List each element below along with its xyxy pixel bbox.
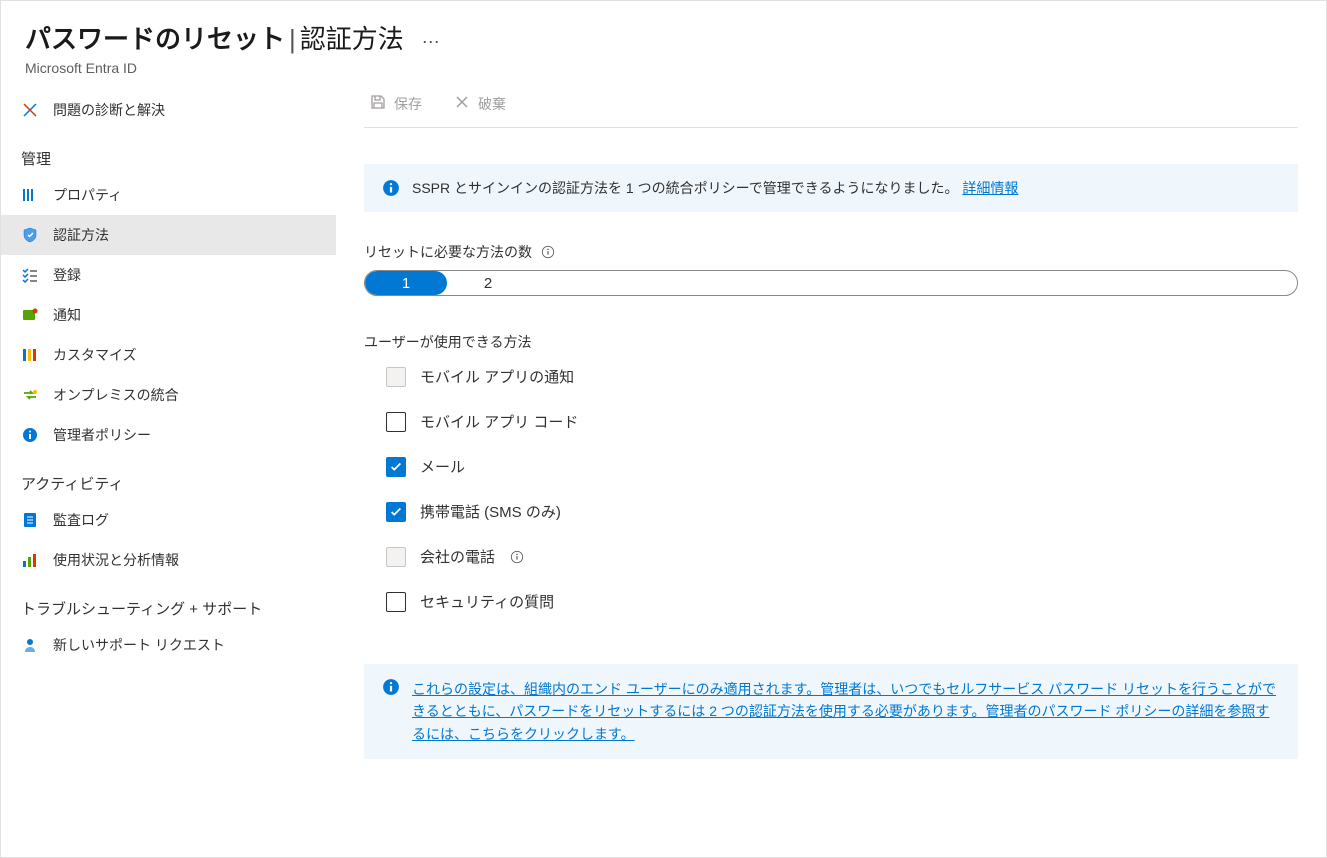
method-label: 会社の電話 <box>420 546 495 567</box>
diagnose-icon <box>21 101 39 119</box>
sidebar-section-manage: 管理 <box>1 130 336 175</box>
sidebar-item-label: 認証方法 <box>53 225 109 245</box>
methods-required-option-2[interactable]: 2 <box>447 271 529 295</box>
shield-icon <box>21 226 39 244</box>
banner-learn-more-link[interactable]: 詳細情報 <box>962 180 1018 196</box>
breadcrumb: Microsoft Entra ID <box>25 60 1302 76</box>
sidebar-item-label: 問題の診断と解決 <box>53 100 165 120</box>
sidebar-item-label: 通知 <box>53 305 81 325</box>
sidebar-section-troubleshoot: トラブルシューティング + サポート <box>1 580 336 625</box>
method-label: モバイル アプリの通知 <box>420 366 574 387</box>
sidebar-item-new-request[interactable]: 新しいサポート リクエスト <box>1 625 336 665</box>
info-banner-admin-policy: これらの設定は、組織内のエンド ユーザーにのみ適用されます。管理者は、いつでもセ… <box>364 664 1298 759</box>
discard-label: 破棄 <box>478 94 506 114</box>
page-title: パスワードのリセット|認証方法 <box>25 19 404 56</box>
checkbox-email[interactable] <box>386 457 406 477</box>
sidebar-item-usage[interactable]: 使用状況と分析情報 <box>1 540 336 580</box>
sidebar-item-auth-methods[interactable]: 認証方法 <box>1 215 336 255</box>
sidebar-item-onprem[interactable]: オンプレミスの統合 <box>1 375 336 415</box>
sidebar-item-label: 監査ログ <box>53 510 109 530</box>
sidebar-item-label: カスタマイズ <box>53 345 137 365</box>
sidebar-item-notifications[interactable]: 通知 <box>1 295 336 335</box>
sidebar-item-label: プロパティ <box>53 185 122 205</box>
sidebar-item-label: オンプレミスの統合 <box>53 385 179 405</box>
checkbox-mobile-app-notification <box>386 367 406 387</box>
checkbox-security-questions[interactable] <box>386 592 406 612</box>
chart-icon <box>21 551 39 569</box>
info-icon <box>382 678 400 696</box>
info-icon <box>21 426 39 444</box>
sidebar-item-audit-logs[interactable]: 監査ログ <box>1 500 336 540</box>
properties-icon <box>21 186 39 204</box>
admin-policy-link[interactable]: これらの設定は、組織内のエンド ユーザーにのみ適用されます。管理者は、いつでもセ… <box>412 678 1280 745</box>
methods-required-label: リセットに必要な方法の数 <box>364 242 532 262</box>
help-icon[interactable] <box>540 245 555 260</box>
methods-required-toggle[interactable]: 1 2 <box>364 270 1298 296</box>
method-label: 携帯電話 (SMS のみ) <box>420 501 561 522</box>
notification-icon <box>21 306 39 324</box>
sidebar-item-registration[interactable]: 登録 <box>1 255 336 295</box>
sidebar-item-label: 使用状況と分析情報 <box>53 550 179 570</box>
more-actions-button[interactable]: ⋯ <box>414 32 441 53</box>
support-icon <box>21 636 39 654</box>
log-icon <box>21 511 39 529</box>
sync-icon <box>21 386 39 404</box>
sidebar-item-label: 新しいサポート リクエスト <box>53 635 225 655</box>
sidebar-item-label: 登録 <box>53 265 81 285</box>
help-icon[interactable] <box>509 549 524 564</box>
sidebar-item-properties[interactable]: プロパティ <box>1 175 336 215</box>
checkbox-mobile-phone[interactable] <box>386 502 406 522</box>
method-label: モバイル アプリ コード <box>420 411 578 432</box>
method-label: メール <box>420 456 465 477</box>
save-icon <box>370 94 386 113</box>
method-label: セキュリティの質問 <box>420 591 554 612</box>
sidebar-section-activity: アクティビティ <box>1 455 336 500</box>
save-button[interactable]: 保存 <box>364 90 428 118</box>
info-banner-unified-policy: SSPR とサインインの認証方法を 1 つの統合ポリシーで管理できるようになりま… <box>364 164 1298 212</box>
sidebar-item-diagnose[interactable]: 問題の診断と解決 <box>1 90 336 130</box>
banner-text: SSPR とサインインの認証方法を 1 つの統合ポリシーで管理できるようになりま… <box>412 180 958 196</box>
sidebar-item-label: 管理者ポリシー <box>53 425 151 445</box>
save-label: 保存 <box>394 94 422 114</box>
checkbox-mobile-app-code[interactable] <box>386 412 406 432</box>
sidebar-item-customize[interactable]: カスタマイズ <box>1 335 336 375</box>
customize-icon <box>21 346 39 364</box>
discard-button[interactable]: 破棄 <box>448 90 512 118</box>
checkbox-office-phone <box>386 547 406 567</box>
sidebar-item-admin-policy[interactable]: 管理者ポリシー <box>1 415 336 455</box>
methods-required-option-1[interactable]: 1 <box>365 271 447 295</box>
info-icon <box>382 179 400 197</box>
close-icon <box>454 94 470 113</box>
checklist-icon <box>21 266 39 284</box>
available-methods-label: ユーザーが使用できる方法 <box>364 332 1298 352</box>
